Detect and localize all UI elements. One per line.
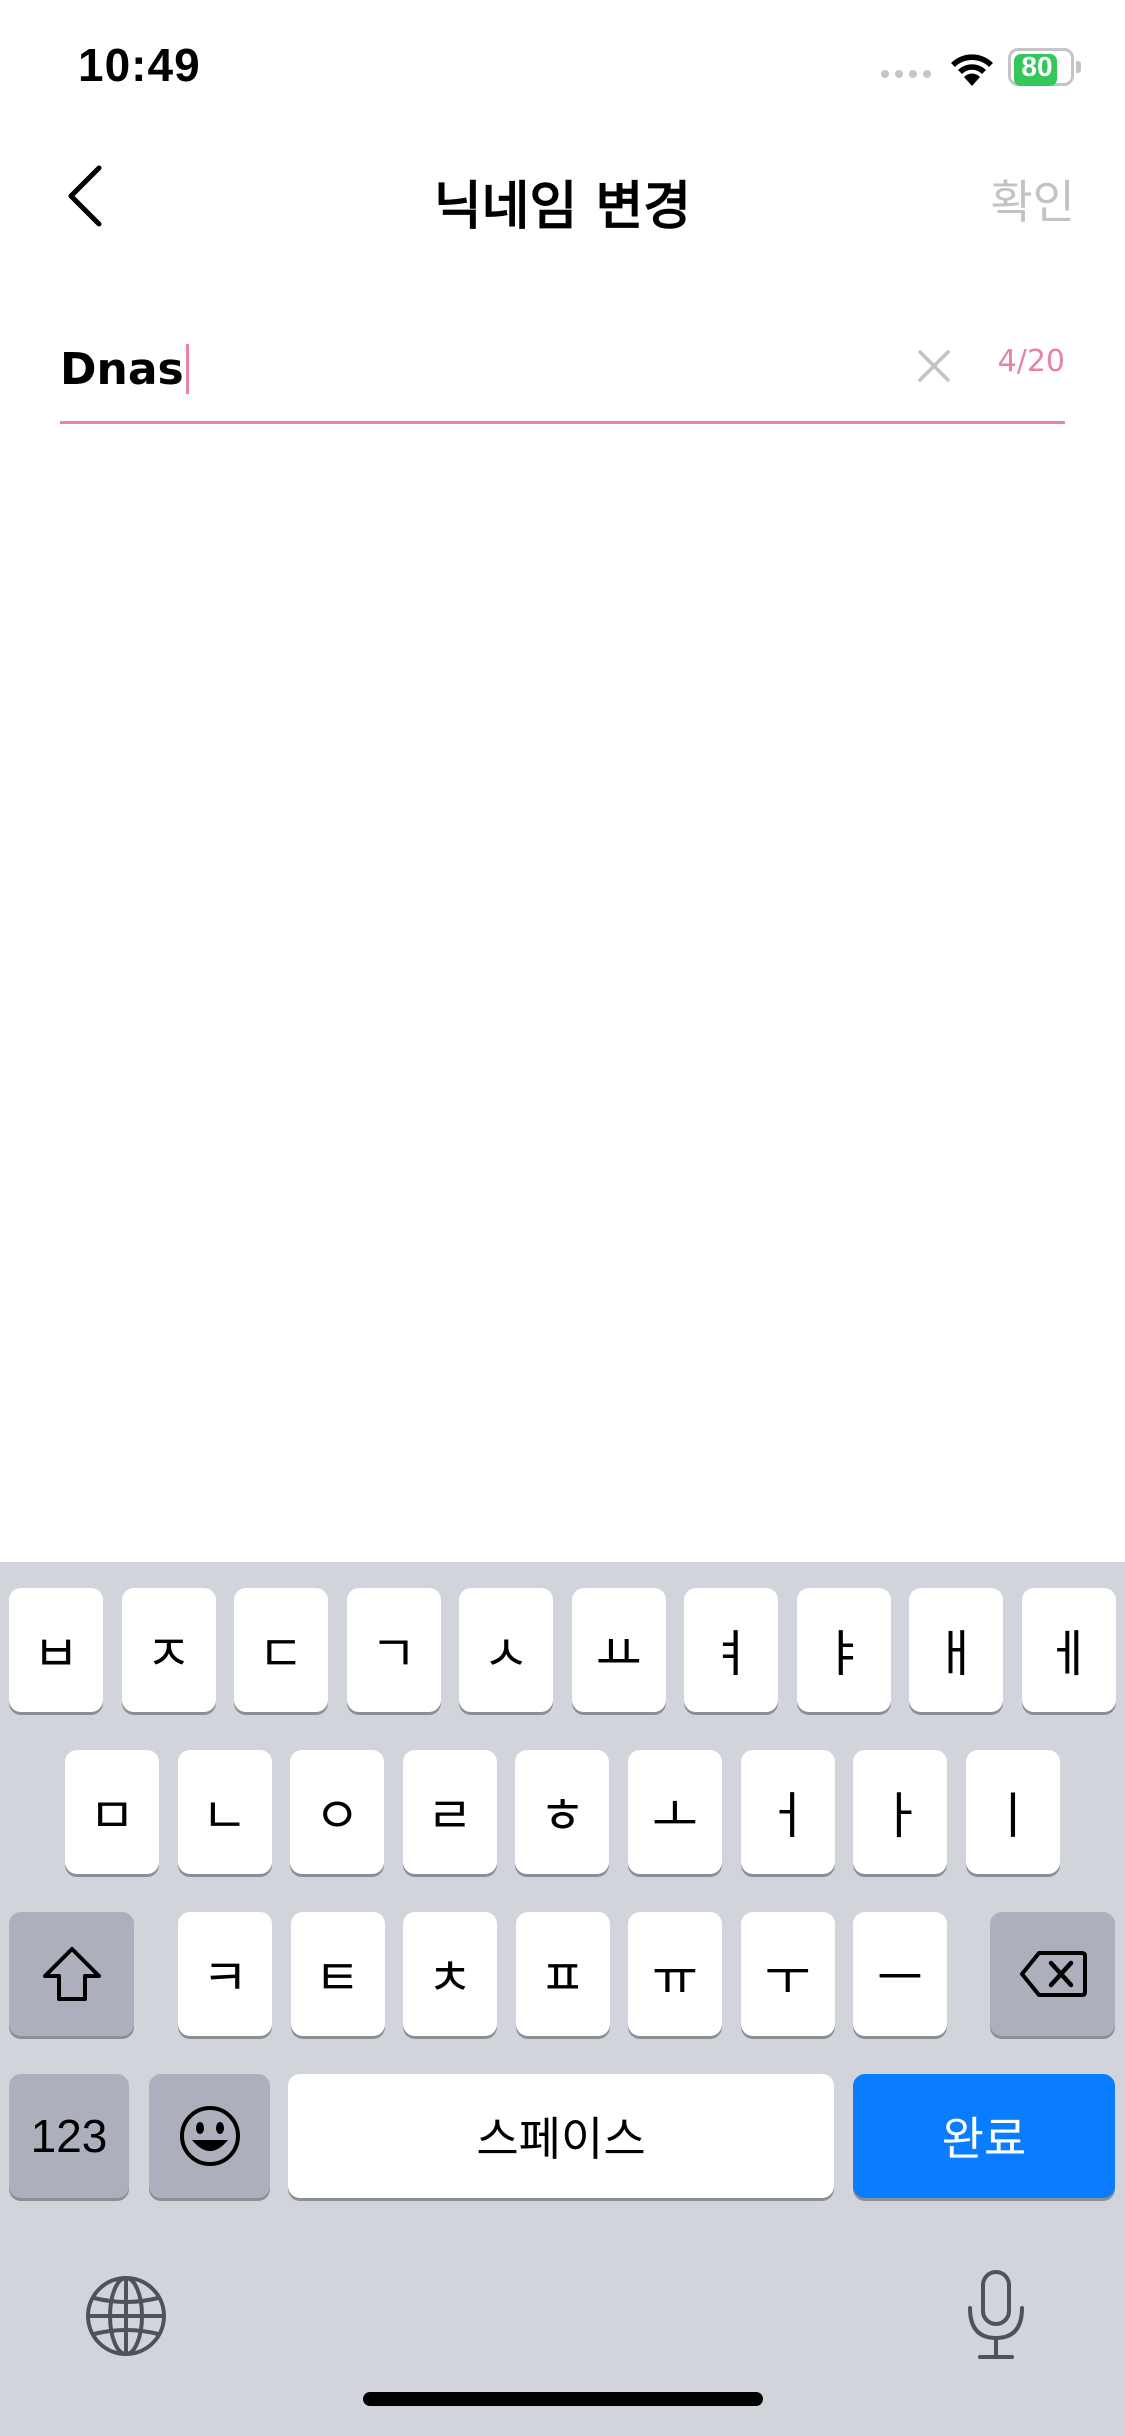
key-9[interactable]: ㅐ — [909, 1588, 1003, 1712]
nickname-field[interactable]: Dnas 4/20 — [60, 320, 1065, 424]
key-1[interactable]: ㅂ — [9, 1588, 103, 1712]
confirm-button[interactable]: 확인 — [990, 166, 1075, 232]
shift-key[interactable] — [9, 1912, 134, 2036]
key-6[interactable]: ㅛ — [571, 1588, 666, 1712]
numbers-key[interactable]: 123 — [9, 2074, 129, 2198]
cellular-signal-icon — [881, 70, 931, 78]
key-2[interactable]: ㅈ — [121, 1588, 216, 1712]
key-3[interactable]: ㄷ — [234, 1588, 328, 1712]
key-1[interactable]: ㅁ — [65, 1750, 159, 1874]
emoji-key[interactable] — [149, 2074, 270, 2198]
battery-cap — [1076, 61, 1081, 73]
battery-indicator: 80 — [1008, 48, 1081, 88]
key-5[interactable]: ㅎ — [515, 1750, 610, 1874]
nav-bar: 닉네임 변경 확인 — [0, 140, 1125, 250]
key-6[interactable]: ㅜ — [740, 1912, 835, 2036]
key-1[interactable]: ㅋ — [178, 1912, 272, 2036]
done-key[interactable]: 완료 — [853, 2074, 1115, 2198]
space-key[interactable]: 스페이스 — [288, 2074, 834, 2198]
key-8[interactable]: ㅑ — [796, 1588, 891, 1712]
page-title: 닉네임 변경 — [433, 177, 692, 237]
status-time: 10:49 — [78, 39, 201, 91]
key-7[interactable]: ㅡ — [853, 1912, 947, 2036]
keyboard: ㅂㅈㄷㄱㅅㅛㅕㅑㅐㅔ ㅁㄴㅇㄹㅎㅗㅓㅏㅣ ㅋㅌㅊㅍㅠㅜㅡ 123 스페이스 완료 — [0, 1562, 1125, 2436]
emoji-icon — [179, 2106, 240, 2166]
wifi-icon — [951, 54, 993, 86]
nickname-input[interactable]: Dnas — [60, 334, 189, 404]
key-3[interactable]: ㅇ — [290, 1750, 385, 1874]
key-2[interactable]: ㅌ — [290, 1912, 385, 2036]
key-4[interactable]: ㅍ — [515, 1912, 610, 2036]
key-5[interactable]: ㅅ — [459, 1588, 553, 1712]
key-7[interactable]: ㅕ — [684, 1588, 778, 1712]
status-bar: 10:49 80 — [0, 0, 1125, 135]
home-indicator — [363, 2392, 763, 2406]
key-9[interactable]: ㅣ — [965, 1750, 1060, 1874]
close-icon — [918, 350, 950, 382]
microphone-icon[interactable] — [964, 2268, 1028, 2362]
key-8[interactable]: ㅏ — [853, 1750, 948, 1874]
key-4[interactable]: ㄹ — [402, 1750, 497, 1874]
text-caret — [185, 344, 189, 394]
key-10[interactable]: ㅔ — [1021, 1588, 1116, 1712]
key-5[interactable]: ㅠ — [628, 1912, 722, 2036]
delete-key[interactable] — [990, 1912, 1115, 2036]
shift-icon — [42, 1947, 101, 2001]
nickname-value: Dnas — [60, 343, 184, 395]
character-counter: 4/20 — [997, 344, 1065, 379]
clear-button[interactable] — [908, 340, 960, 392]
key-7[interactable]: ㅓ — [740, 1750, 835, 1874]
key-3[interactable]: ㅊ — [403, 1912, 497, 2036]
key-4[interactable]: ㄱ — [346, 1588, 441, 1712]
globe-icon[interactable] — [84, 2274, 168, 2358]
delete-icon — [1019, 1951, 1087, 1997]
key-6[interactable]: ㅗ — [628, 1750, 722, 1874]
key-2[interactable]: ㄴ — [177, 1750, 272, 1874]
battery-percentage: 80 — [1021, 51, 1053, 82]
